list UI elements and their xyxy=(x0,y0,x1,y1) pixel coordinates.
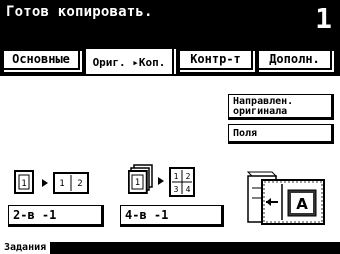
svg-text:1: 1 xyxy=(174,172,179,181)
svg-text:1: 1 xyxy=(59,179,64,189)
combine-4in1-icon: 1 1 2 3 4 xyxy=(128,164,195,197)
tab-original-copy[interactable]: Ориг. ▸Коп. xyxy=(84,47,174,74)
margin-button[interactable]: Поля xyxy=(228,124,334,144)
copy-count: 1 xyxy=(315,2,332,35)
svg-text:1: 1 xyxy=(21,179,26,189)
status-message: Готов копировать. xyxy=(6,4,153,20)
original-direction-button[interactable]: Направлен. оригинала xyxy=(228,94,334,120)
page-preview-icon: A xyxy=(246,171,325,225)
svg-text:A: A xyxy=(296,195,308,213)
svg-text:4: 4 xyxy=(186,185,191,194)
options-panel: Направлен. оригинала Поля 1 1 2 1 1 2 3 … xyxy=(0,74,340,242)
combine-4in1-button[interactable]: 4-в -1 xyxy=(120,205,224,227)
tab-basic[interactable]: Основные xyxy=(2,49,80,70)
svg-text:3: 3 xyxy=(174,185,179,194)
jobs-tab[interactable]: Задания xyxy=(0,242,51,254)
combine-2in1-icon: 1 1 2 xyxy=(14,170,89,194)
svg-text:1: 1 xyxy=(135,178,140,188)
tab-bar: Основные Ориг. ▸Коп. Контр-т Дополн. xyxy=(0,44,340,74)
status-bar: Готов копировать. 1 xyxy=(0,0,340,44)
tab-density[interactable]: Контр-т xyxy=(178,49,253,70)
combine-2in1-button[interactable]: 2-в -1 xyxy=(8,205,104,227)
svg-text:2: 2 xyxy=(186,172,191,181)
footer-bar: Задания xyxy=(0,242,340,254)
tab-additional[interactable]: Дополн. xyxy=(257,49,332,70)
svg-text:2: 2 xyxy=(77,179,82,189)
